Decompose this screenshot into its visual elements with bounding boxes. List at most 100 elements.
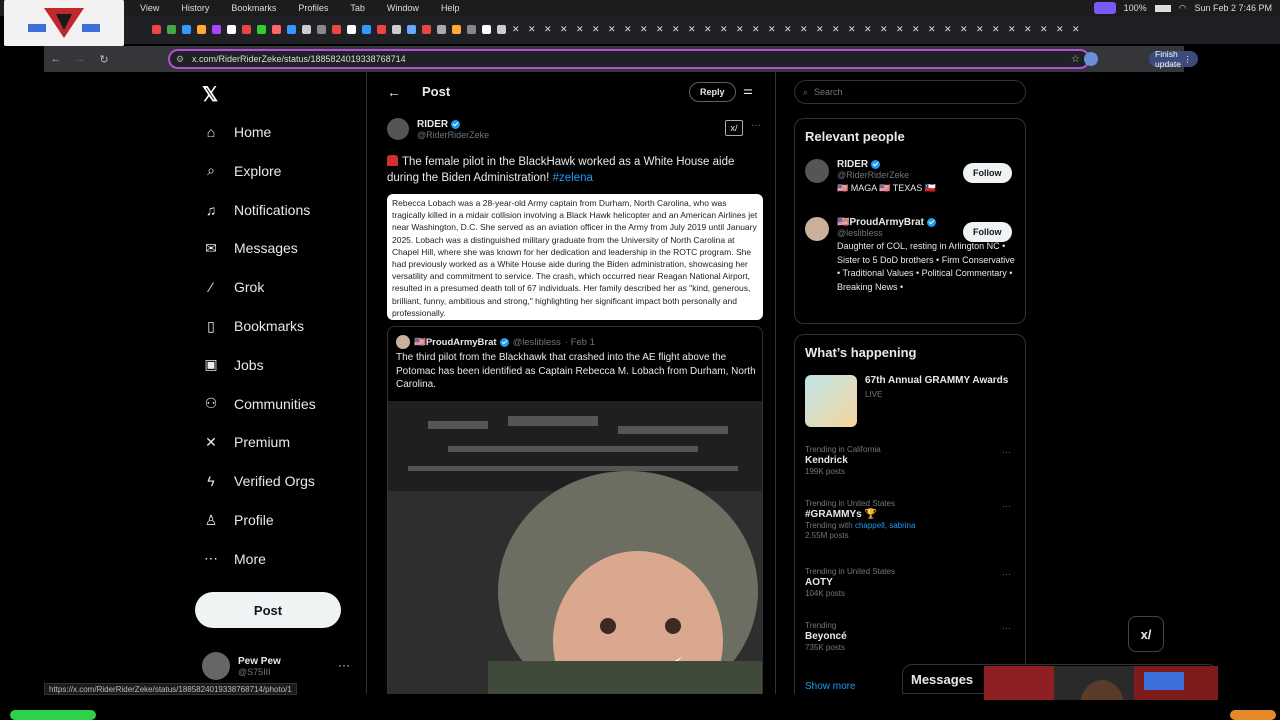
nav-item-jobs[interactable]: ▣ Jobs: [202, 350, 263, 380]
wifi-icon[interactable]: ◠: [1179, 3, 1187, 14]
grok-explain-icon[interactable]: x/: [725, 120, 743, 136]
browser-tab-favicon[interactable]: [152, 25, 161, 34]
browser-tab-x-favicon[interactable]: ✕: [608, 25, 617, 34]
person-avatar[interactable]: [805, 159, 829, 183]
browser-tab-x-favicon[interactable]: ✕: [704, 25, 713, 34]
nav-item-grok[interactable]: ⁄ Grok: [202, 272, 265, 302]
nav-item-bookmarks[interactable]: ▯ Bookmarks: [202, 311, 304, 341]
browser-tab-x-favicon[interactable]: ✕: [1056, 25, 1065, 34]
browser-tab-x-favicon[interactable]: ✕: [528, 25, 537, 34]
browser-tab-favicon[interactable]: [407, 25, 416, 34]
browser-tab-x-favicon[interactable]: ✕: [640, 25, 649, 34]
browser-tab-x-favicon[interactable]: ✕: [800, 25, 809, 34]
browser-tab-x-favicon[interactable]: ✕: [960, 25, 969, 34]
browser-tab-favicon[interactable]: [182, 25, 191, 34]
browser-tab-favicon[interactable]: [242, 25, 251, 34]
post-button[interactable]: Post: [195, 592, 341, 628]
author-handle[interactable]: @RiderRiderZeke: [417, 130, 489, 140]
browser-tab-x-favicon[interactable]: ✕: [880, 25, 889, 34]
back-arrow-icon[interactable]: ←: [387, 84, 401, 100]
trend-more-icon[interactable]: ···: [1002, 569, 1011, 579]
trend-more-icon[interactable]: ···: [1002, 447, 1011, 457]
browser-tab-x-favicon[interactable]: ✕: [1040, 25, 1049, 34]
hashtag-link[interactable]: #zelena: [553, 172, 593, 184]
back-icon[interactable]: ←: [44, 53, 68, 65]
browser-tab-x-favicon[interactable]: ✕: [512, 25, 521, 34]
browser-tab-favicon[interactable]: [467, 25, 476, 34]
browser-tab-favicon[interactable]: [167, 25, 176, 34]
grok-floating-icon[interactable]: x/: [1128, 616, 1164, 652]
x-logo-icon[interactable]: 𝕏: [202, 82, 218, 107]
browser-tab-favicon[interactable]: [422, 25, 431, 34]
menu-tab[interactable]: Tab: [350, 3, 365, 13]
reply-button[interactable]: Reply: [689, 82, 736, 102]
browser-tab-strip[interactable]: ✕ ✕ ✕ ✕ ✕ ✕ ✕ ✕ ✕ ✕ ✕ ✕ ✕ ✕ ✕ ✕ ✕ ✕ ✕ ✕ ✕ ✕ ✕ ✕ ✕ ✕ ✕ ✕ ✕ ✕ ✕ ✕ ✕ ✕ ✕ ✕: [124, 16, 1280, 44]
nav-item-profile[interactable]: ♙ Profile: [202, 505, 274, 535]
browser-tab-x-favicon[interactable]: ✕: [736, 25, 745, 34]
profile-avatar[interactable]: [1084, 52, 1098, 66]
browser-tab-favicon[interactable]: [227, 25, 236, 34]
trend-more-icon[interactable]: ···: [1002, 623, 1011, 633]
browser-tab-x-favicon[interactable]: ✕: [720, 25, 729, 34]
browser-tab-x-favicon[interactable]: ✕: [1072, 25, 1081, 34]
browser-tab-x-favicon[interactable]: ✕: [592, 25, 601, 34]
browser-tab-x-favicon[interactable]: ✕: [688, 25, 697, 34]
author-name[interactable]: RIDER: [417, 119, 448, 130]
quoted-post[interactable]: 🇺🇸ProudArmyBrat @leslibless · Feb 1 The …: [387, 326, 763, 694]
account-switcher[interactable]: Pew Pew @S75III ···: [202, 652, 350, 680]
account-more-icon[interactable]: ···: [338, 658, 350, 672]
browser-tab-favicon[interactable]: [332, 25, 341, 34]
menu-window[interactable]: Window: [387, 3, 419, 13]
post-author[interactable]: RIDER @RiderRiderZeke: [387, 118, 489, 140]
finish-update-button[interactable]: Finish update ⋮: [1149, 49, 1198, 69]
post-more-icon[interactable]: ···: [751, 120, 761, 131]
site-settings-icon[interactable]: ⚙: [176, 54, 184, 65]
author-avatar[interactable]: [387, 118, 409, 140]
nav-item-explore[interactable]: ⌕ Explore: [202, 156, 281, 186]
clock[interactable]: Sun Feb 2 7:46 PM: [1194, 3, 1272, 13]
browser-tab-x-favicon[interactable]: ✕: [992, 25, 1001, 34]
person-name[interactable]: 🇺🇸ProudArmyBrat: [837, 217, 924, 228]
menu-profiles[interactable]: Profiles: [298, 3, 328, 13]
trend-item[interactable]: Trending in United States #GRAMMYs 🏆 Tre…: [805, 499, 1019, 540]
trend-item[interactable]: Trending in California Kendrick 199K pos…: [805, 445, 1019, 476]
person-avatar[interactable]: [805, 217, 829, 241]
browser-tab-x-favicon[interactable]: ✕: [1008, 25, 1017, 34]
browser-tab-x-favicon[interactable]: ✕: [560, 25, 569, 34]
trend-related-links[interactable]: chappell, sabrina: [855, 521, 915, 530]
browser-tab-x-favicon[interactable]: ✕: [864, 25, 873, 34]
browser-tab-favicon[interactable]: [272, 25, 281, 34]
browser-tab-favicon[interactable]: [437, 25, 446, 34]
forward-icon[interactable]: →: [68, 53, 92, 65]
nav-item-communities[interactable]: ⚇ Communities: [202, 389, 316, 419]
browser-tab-x-favicon[interactable]: ✕: [784, 25, 793, 34]
quoted-photo[interactable]: [388, 401, 762, 694]
browser-tab-x-favicon[interactable]: ✕: [912, 25, 921, 34]
browser-tab-x-favicon[interactable]: ✕: [1024, 25, 1033, 34]
trend-item[interactable]: Trending Beyoncé 735K posts ···: [805, 621, 1019, 652]
browser-tab-favicon[interactable]: [482, 25, 491, 34]
search-box[interactable]: ⌕ Search: [794, 80, 1026, 104]
browser-tab-favicon[interactable]: [377, 25, 386, 34]
browser-tab-favicon[interactable]: [497, 25, 506, 34]
post-image-text-card[interactable]: Rebecca Lobach was a 28-year-old Army ca…: [387, 194, 763, 320]
browser-tab-favicon[interactable]: [212, 25, 221, 34]
nav-item-verified-orgs[interactable]: ϟ Verified Orgs: [202, 466, 315, 496]
sliders-icon[interactable]: ⚌: [743, 84, 753, 97]
nav-item-notifications[interactable]: ♫ Notifications: [202, 195, 311, 225]
browser-tab-x-favicon[interactable]: ✕: [768, 25, 777, 34]
browser-tab-x-favicon[interactable]: ✕: [848, 25, 857, 34]
show-more-link[interactable]: Show more: [805, 681, 856, 692]
browser-tab-x-favicon[interactable]: ✕: [832, 25, 841, 34]
browser-tab-favicon[interactable]: [452, 25, 461, 34]
screen-record-icon[interactable]: [1093, 2, 1116, 14]
browser-tab-x-favicon[interactable]: ✕: [976, 25, 985, 34]
nav-item-more[interactable]: ⋯ More: [202, 544, 266, 574]
browser-tab-x-favicon[interactable]: ✕: [576, 25, 585, 34]
menu-history[interactable]: History: [181, 3, 209, 13]
browser-tab-favicon[interactable]: [347, 25, 356, 34]
browser-tab-x-favicon[interactable]: ✕: [896, 25, 905, 34]
trend-item[interactable]: Trending in United States AOTY 104K post…: [805, 567, 1019, 598]
menu-view[interactable]: View: [140, 3, 159, 13]
event-grammys[interactable]: 67th Annual GRAMMY Awards LIVE: [805, 375, 1008, 427]
